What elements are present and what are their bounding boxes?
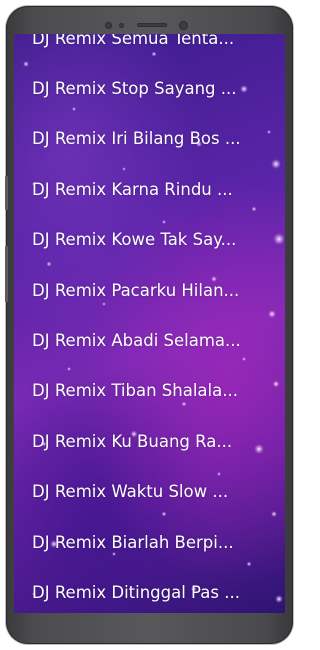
song-title: DJ Remix Ditinggal Pas ...: [32, 582, 240, 602]
song-title: DJ Remix Semua Tenta...: [32, 34, 235, 48]
list-item[interactable]: DJ Remix Ditinggal Pas ...: [14, 567, 285, 613]
device-frame: DJ Remix Semua Tenta... DJ Remix Stop Sa…: [5, 6, 293, 644]
song-title: DJ Remix Pacarku Hilan...: [32, 280, 240, 300]
list-item[interactable]: DJ Remix Kowe Tak Say...: [14, 215, 285, 265]
list-item[interactable]: DJ Remix Biarlah Berpi...: [14, 517, 285, 567]
list-item[interactable]: DJ Remix Pacarku Hilan...: [14, 265, 285, 315]
list-item[interactable]: DJ Remix Stop Sayang ...: [14, 63, 285, 113]
volume-button: [5, 176, 8, 210]
list-item[interactable]: DJ Remix Waktu Slow ...: [14, 467, 285, 517]
song-list: DJ Remix Semua Tenta... DJ Remix Stop Sa…: [14, 34, 285, 613]
song-title: DJ Remix Stop Sayang ...: [32, 79, 237, 99]
song-title: DJ Remix Karna Rindu ...: [32, 179, 233, 199]
song-title: DJ Remix Ku Buang Ra...: [32, 431, 233, 451]
song-title: DJ Remix Abadi Selama...: [32, 331, 241, 351]
song-title: DJ Remix Biarlah Berpi...: [32, 532, 234, 552]
list-item[interactable]: DJ Remix Karna Rindu ...: [14, 164, 285, 214]
list-item[interactable]: DJ Remix Semua Tenta...: [14, 34, 285, 63]
song-title: DJ Remix Waktu Slow ...: [32, 482, 229, 502]
power-button: [5, 246, 8, 302]
earpiece-speaker: [137, 23, 167, 27]
song-title: DJ Remix Iri Bilang Bos ...: [32, 129, 241, 149]
front-camera-icon: [105, 22, 112, 29]
song-title: DJ Remix Tiban Shalala...: [32, 381, 238, 401]
list-item[interactable]: DJ Remix Abadi Selama...: [14, 315, 285, 365]
list-item[interactable]: DJ Remix Ku Buang Ra...: [14, 416, 285, 466]
song-title: DJ Remix Kowe Tak Say...: [32, 230, 237, 250]
app-screen: DJ Remix Semua Tenta... DJ Remix Stop Sa…: [14, 34, 285, 613]
list-item[interactable]: DJ Remix Iri Bilang Bos ...: [14, 114, 285, 164]
proximity-sensor-icon: [119, 23, 124, 28]
list-item[interactable]: DJ Remix Tiban Shalala...: [14, 366, 285, 416]
selfie-camera-icon: [179, 21, 188, 30]
